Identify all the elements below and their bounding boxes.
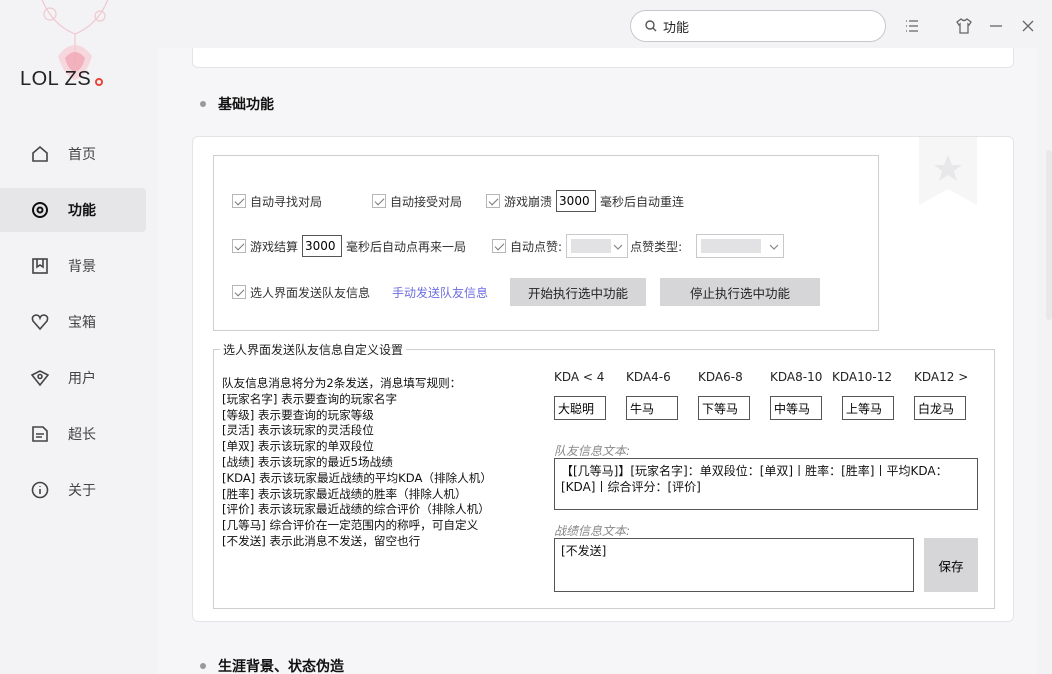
minimize-button[interactable] [984,14,1008,38]
crash-reconnect-checkbox[interactable]: 游戏崩溃 [486,193,552,210]
menu-icon [906,20,918,32]
basic-features-card: 自动寻找对局 自动接受对局 游戏崩溃 毫秒后自动重连 游戏结算 毫秒后自动点再来… [192,136,1014,622]
stop-button[interactable]: 停止执行选中功能 [660,278,821,306]
previous-section-card [192,48,1014,68]
sidebar-item-features[interactable]: 功能 [0,188,146,232]
scrollbar[interactable] [1046,150,1052,320]
sidebar-item-user[interactable]: 用户 [0,356,158,400]
search-box[interactable]: 功能 [630,10,886,42]
sidebar-item-label: 关于 [68,483,96,499]
bullet-icon [200,101,206,107]
search-icon [645,20,657,32]
send-info-checkbox[interactable]: 选人界面发送队友信息 [232,284,370,301]
auto-find-checkbox[interactable]: 自动寻找对局 [232,193,322,210]
team-text-label: 队友信息文本: [554,444,631,458]
kda-name-input[interactable] [914,396,966,420]
crash-suffix-label: 毫秒后自动重连 [600,194,685,209]
chevron-down-icon [769,244,779,250]
crash-ms-input[interactable] [556,190,597,212]
auto-like-checkbox[interactable]: 自动点赞: [492,238,562,255]
close-icon [1022,20,1034,32]
home-icon [30,144,50,164]
sidebar-item-label: 宝箱 [68,315,96,331]
section-title-career: 生涯背景、状态伪造 [200,656,344,674]
section-title-text: 生涯背景、状态伪造 [218,659,344,674]
sidebar-item-label: 首页 [68,147,96,163]
search-input[interactable]: 功能 [663,17,689,36]
app-logo: LOL ZS [20,68,104,91]
kda-name-input[interactable] [554,396,606,420]
section-title-text: 基础功能 [218,97,274,113]
sidebar-item-chest[interactable]: 宝箱 [0,300,158,344]
checkbox-checked-icon [232,285,246,299]
bookmark-icon [30,256,50,276]
end-ms-input[interactable] [302,235,343,257]
start-button[interactable]: 开始执行选中功能 [510,278,647,306]
info-icon [30,480,50,500]
sidebar-item-background[interactable]: 背景 [0,244,158,288]
kda-name-input[interactable] [842,396,894,420]
kda-name-input[interactable] [770,396,822,420]
sidebar-item-label: 功能 [68,203,96,219]
star-ribbon-icon [919,137,977,205]
sidebar-item-extra-long[interactable]: 超长 [0,412,158,456]
menu-button[interactable] [900,14,924,38]
kda-name-input[interactable] [626,396,678,420]
heart-icon [30,312,50,332]
end-suffix-label: 毫秒后自动点再来一局 [346,239,467,254]
target-icon [30,200,50,220]
logo-dot-icon [95,78,104,86]
options-row-2: 游戏结算 毫秒后自动点再来一局 自动点赞: 点赞类型: [232,234,785,258]
shirt-icon [956,18,972,34]
team-text-area[interactable]: 【[几等马]】[玩家名字]：单双段位：[单双]丨胜率：[胜率]丨平均KDA：[K… [554,458,978,510]
sidebar-item-about[interactable]: 关于 [0,468,158,512]
main-content: 基础功能 自动寻找对局 自动接受对局 游戏崩溃 毫秒后自动重连 游戏结算 毫秒后… [158,48,1038,674]
sidebar-item-label: 用户 [68,371,96,387]
record-text-label: 战绩信息文本: [554,524,631,538]
kda-headers: KDA < 4 KDA4-6 KDA6-8 KDA8-10 KDA10-12 K… [554,370,969,384]
options-row-1: 自动寻找对局 自动接受对局 游戏崩溃 毫秒后自动重连 [232,190,684,212]
end-replay-checkbox[interactable]: 游戏结算 [232,238,298,255]
like-type-label: 点赞类型: [630,239,683,254]
kda-name-input[interactable] [698,396,750,420]
feature-options-panel: 自动寻找对局 自动接受对局 游戏崩溃 毫秒后自动重连 游戏结算 毫秒后自动点再来… [213,155,879,331]
checkbox-checked-icon [486,194,501,208]
sidebar-item-label: 背景 [68,259,96,275]
save-button[interactable]: 保存 [924,538,978,592]
checkbox-checked-icon [232,194,246,208]
checkbox-checked-icon [372,194,387,208]
shield-icon [30,368,50,388]
manual-send-link[interactable]: 手动发送队友信息 [392,284,488,301]
custom-settings-panel: 选人界面发送队友信息自定义设置 队友信息消息将分为2条发送，消息填写规则： [玩… [213,341,995,609]
sidebar-item-label: 超长 [68,427,96,443]
options-row-3: 选人界面发送队友信息 手动发送队友信息 开始执行选中功能 停止执行选中功能 [232,278,834,306]
sidebar-nav: 首页 功能 背景 宝箱 用户 超长 关于 [0,132,158,524]
minimize-icon [990,25,1002,27]
section-title-basic: 基础功能 [200,94,274,114]
sidebar: LOL ZS 首页 功能 背景 宝箱 用户 超长 关于 [0,0,158,674]
auto-accept-checkbox[interactable]: 自动接受对局 [372,193,462,210]
like-target-select[interactable] [566,234,629,258]
bullet-icon [200,663,206,669]
panel-legend: 选人界面发送队友信息自定义设置 [220,341,407,358]
close-button[interactable] [1016,14,1040,38]
skin-button[interactable] [952,14,976,38]
rules-text: 队友信息消息将分为2条发送，消息填写规则： [玩家名字] 表示要查询的玩家名字 … [222,376,492,548]
kda-name-inputs [554,396,986,420]
chevron-down-icon [613,244,623,250]
checkbox-checked-icon [492,239,507,253]
checkbox-checked-icon [232,239,246,253]
sidebar-item-home[interactable]: 首页 [0,132,158,176]
record-text-area[interactable]: [不发送] [554,538,914,592]
document-icon [30,424,50,444]
like-type-select[interactable] [696,234,785,258]
